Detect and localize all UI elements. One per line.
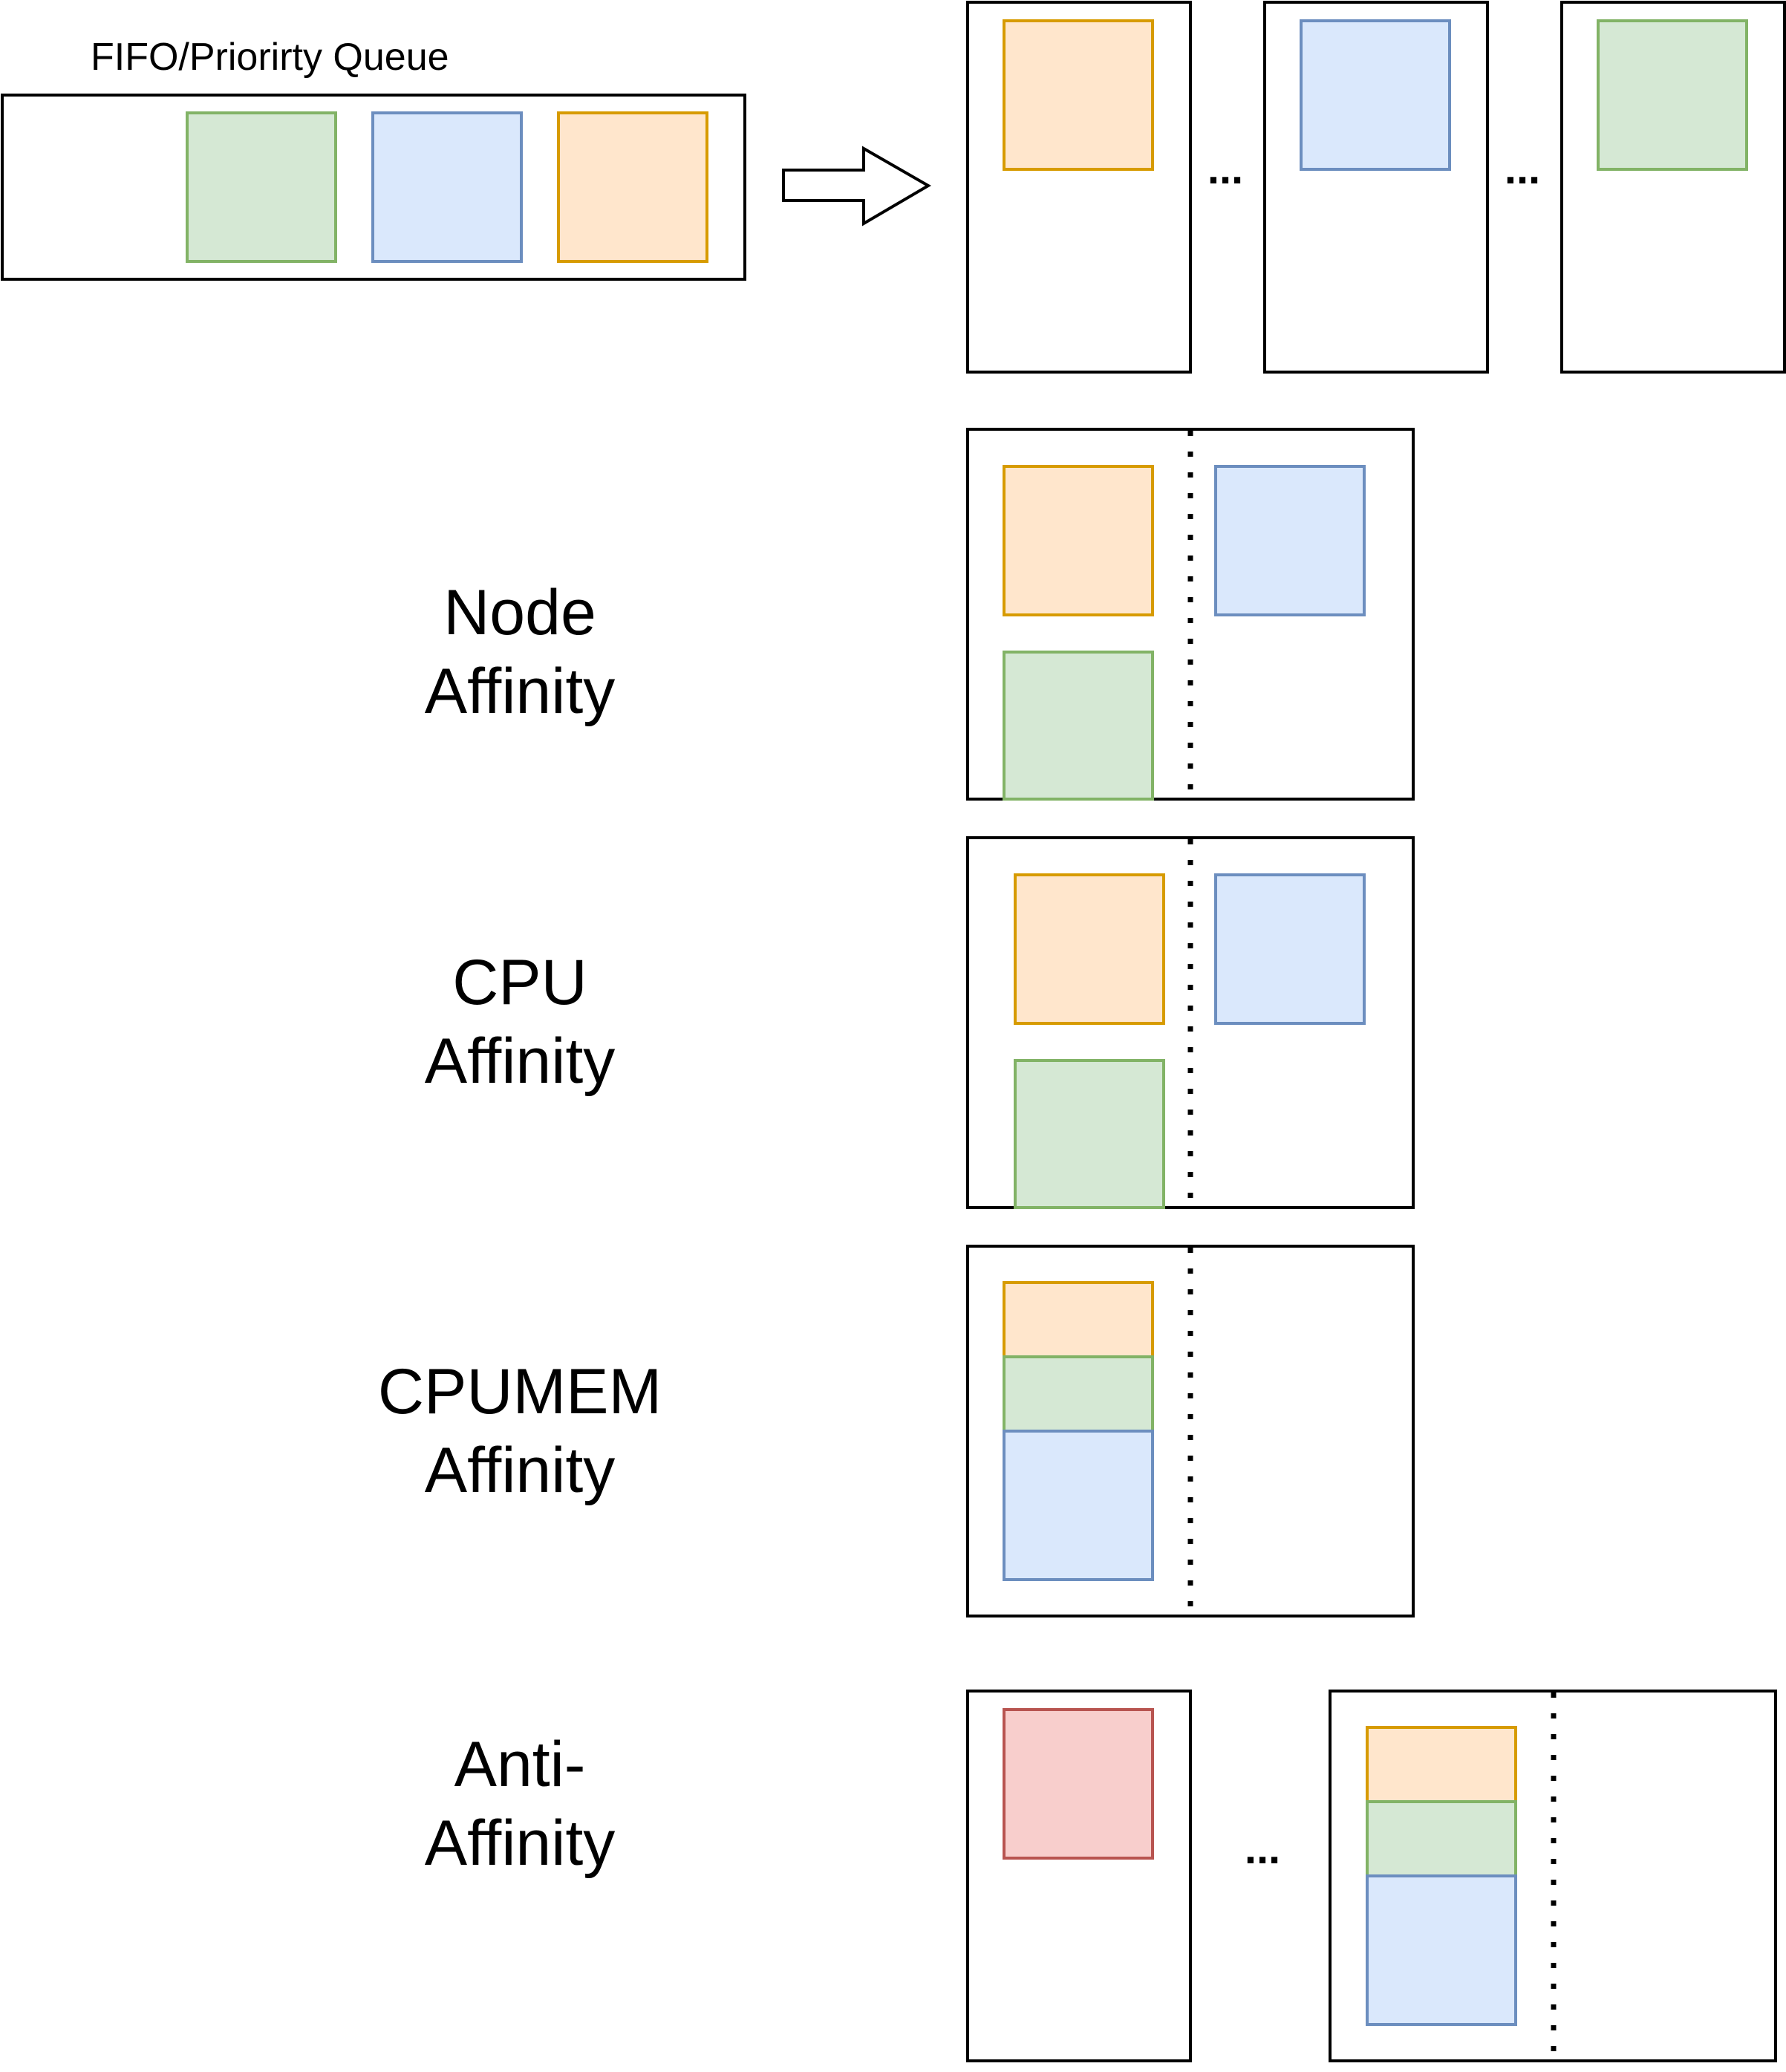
cpu-affinity-label-line2: Affinity — [425, 1026, 616, 1097]
cpumem-affinity-label-line1: CPUMEM — [378, 1356, 662, 1427]
top-ellipsis-2: ... — [1505, 145, 1540, 193]
dispatch-arrow-icon — [782, 146, 931, 227]
anti-affinity-task-green — [1366, 1800, 1517, 1877]
node-affinity-label-line1: Node — [443, 577, 596, 648]
queue-task-green — [186, 111, 337, 263]
cpumem-affinity-task-blue — [1003, 1430, 1154, 1581]
anti-affinity-task-orange — [1366, 1726, 1517, 1803]
top-node-1-task-orange — [1003, 19, 1154, 171]
queue-task-orange — [557, 111, 708, 263]
node-affinity-task-green — [1003, 651, 1154, 801]
node-affinity-task-orange — [1003, 465, 1154, 616]
anti-affinity-label-line1: Anti- — [454, 1729, 586, 1800]
anti-affinity-task-blue — [1366, 1874, 1517, 2026]
node-affinity-task-blue — [1214, 465, 1366, 616]
cpumem-affinity-label-line2: Affinity — [425, 1435, 616, 1506]
top-node-3-task-green — [1597, 19, 1748, 171]
node-affinity-label-line2: Affinity — [425, 656, 616, 727]
cpumem-affinity-task-green — [1003, 1355, 1154, 1433]
queue-title: FIFO/Priorirty Queue — [91, 36, 449, 79]
cpu-affinity-task-blue — [1214, 873, 1366, 1025]
queue-task-blue — [371, 111, 523, 263]
cpumem-affinity-task-orange — [1003, 1281, 1154, 1358]
cpu-affinity-label-line1: CPU — [452, 947, 587, 1018]
top-ellipsis-1: ... — [1207, 145, 1243, 193]
anti-affinity-ellipsis: ... — [1245, 1825, 1280, 1873]
top-node-2-task-blue — [1300, 19, 1451, 171]
cpu-affinity-task-green — [1014, 1059, 1165, 1209]
scheduling-affinity-diagram: FIFO/Priorirty Queue ... ... Node Affini… — [1, 1, 1786, 2062]
anti-affinity-label-line2: Affinity — [425, 1808, 616, 1879]
anti-affinity-task-red — [1003, 1708, 1154, 1860]
cpu-affinity-task-orange — [1014, 873, 1165, 1025]
